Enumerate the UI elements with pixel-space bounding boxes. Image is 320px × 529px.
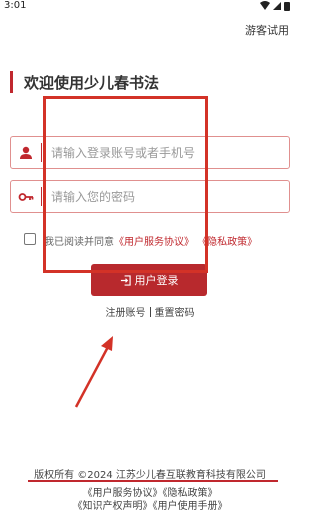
welcome-title: 欢迎使用少儿春书法 [24,74,160,92]
service-agreement-link[interactable]: 《用户服务协议》 [114,237,194,248]
login-button-label: 用户登录 [134,274,179,287]
system-status-icons [260,1,290,11]
footer-user-manual-link[interactable]: 《用户使用手册》 [153,501,228,512]
login-icon [120,274,131,286]
status-time: 3:01 [4,0,27,11]
agreement-checkbox[interactable] [24,233,36,245]
password-field-divider [41,187,42,206]
privacy-policy-link[interactable]: 《隐私政策》 [197,237,257,248]
footer-annotation-underline [28,480,278,482]
title-accent-bar [10,71,13,93]
footer-ip-statement-link[interactable]: 《知识产权声明》 [73,501,153,512]
account-links: 注册账号 重置密码 [0,304,300,319]
footer-copyright: 版权所有 ©2024 江苏少儿春互联教育科技有限公司 [34,470,266,481]
battery-icon [284,2,290,11]
status-bar: 3:01 [0,0,300,14]
wifi-icon [260,1,270,10]
guest-trial-button[interactable]: 游客试用 [245,22,289,38]
password-input[interactable] [51,185,281,208]
account-field-divider [41,143,42,162]
login-button[interactable]: 用户登录 [91,264,207,296]
agreement-text: 我已阅读并同意《用户服务协议》 《隐私政策》 [44,233,257,248]
user-icon [20,146,32,159]
links-divider [149,307,151,317]
footer-links-row-2: 《知识产权声明》《用户使用手册》 [0,497,300,512]
agreement-prefix: 我已阅读并同意 [44,237,114,248]
password-field[interactable] [10,180,290,213]
reset-password-link[interactable]: 重置密码 [155,308,195,319]
account-input[interactable] [51,141,281,164]
register-link[interactable]: 注册账号 [106,308,146,319]
signal-icon [273,2,281,10]
key-icon [18,193,34,201]
account-field[interactable] [10,136,290,169]
